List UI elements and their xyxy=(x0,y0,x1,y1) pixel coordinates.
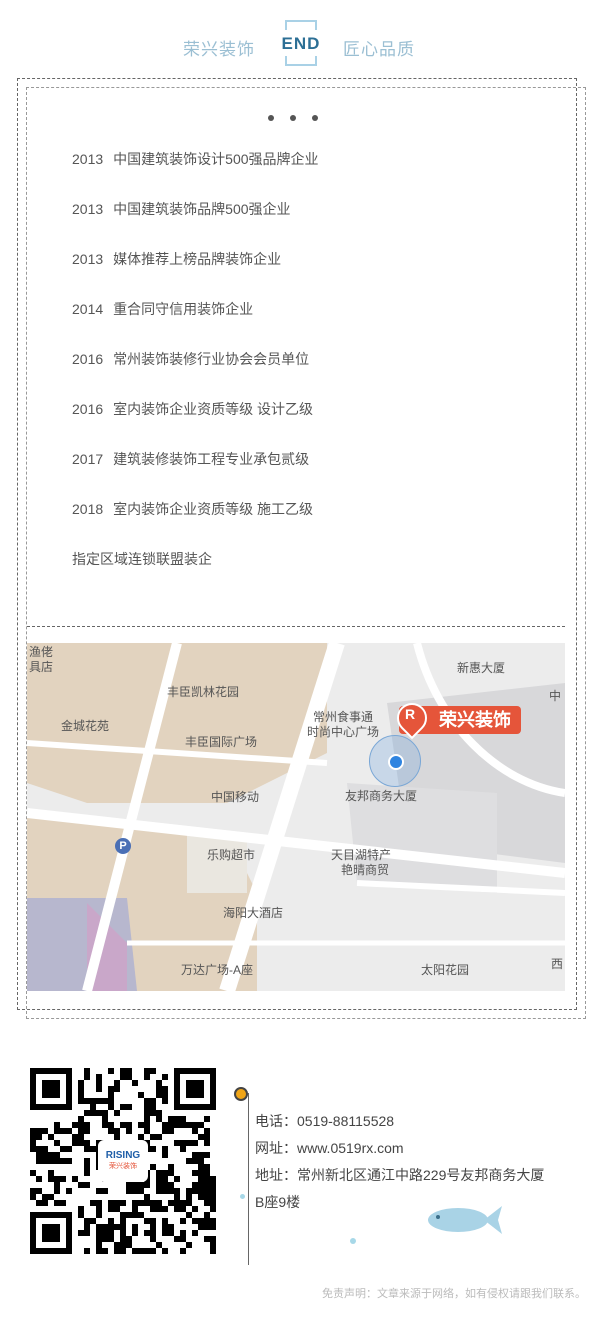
end-bracket-bottom xyxy=(285,56,317,66)
map-label: 乐购超市 xyxy=(207,848,256,862)
list-item: 2013 中国建筑装饰设计500强品牌企业 xyxy=(72,148,319,198)
list-item-text: 中国建筑装饰品牌500强企业 xyxy=(113,201,291,217)
location-map[interactable]: 渔佬 具店 新惠大厦 中 丰臣凯林花园 常州食事通 时尚中心广场 金城花苑 丰臣… xyxy=(27,643,565,991)
list-item: 2013 媒体推荐上榜品牌装饰企业 xyxy=(72,248,319,298)
list-item-year: 2016 xyxy=(72,401,104,417)
disclaimer: 免责声明：文章来源于网络，如有侵权请跟我们联系。 xyxy=(322,1288,586,1300)
contact-bullet-icon xyxy=(234,1087,248,1101)
qr-code[interactable]: RISING 荣兴装饰 xyxy=(30,1068,216,1254)
end-bracket-top xyxy=(285,20,317,30)
list-item: 2018 室内装饰企业资质等级 施工乙级 xyxy=(72,498,319,548)
contact-divider xyxy=(248,1093,249,1265)
qr-logo: RISING 荣兴装饰 xyxy=(98,1140,148,1182)
qr-logo-title: RISING xyxy=(105,1150,141,1161)
map-label: 金城花苑 xyxy=(61,719,110,733)
header: 荣兴装饰 END 匠心品质 xyxy=(0,18,602,70)
list-item: 2013 中国建筑装饰品牌500强企业 xyxy=(72,198,319,248)
list-item-year: 2017 xyxy=(72,451,104,467)
contact-address: 地址：常州新北区通江中路229号友邦商务大厦 xyxy=(255,1167,545,1183)
list-item: 指定区域连锁联盟装企 xyxy=(72,548,319,598)
parking-icon: P xyxy=(115,838,131,854)
map-label: 中国移动 xyxy=(211,790,260,804)
qr-logo-subtitle: 荣兴装饰 xyxy=(109,1163,137,1170)
list-item-year: 2013 xyxy=(72,251,104,267)
list-item-text: 指定区域连锁联盟装企 xyxy=(72,551,212,567)
section-divider xyxy=(27,626,565,627)
map-base xyxy=(27,643,565,991)
ellipsis-dots xyxy=(268,108,334,126)
list-item-year: 2013 xyxy=(72,151,104,167)
list-item-text: 重合同守信用装饰企业 xyxy=(113,301,254,317)
list-item-year: 2014 xyxy=(72,301,104,317)
list-item-text: 媒体推荐上榜品牌装饰企业 xyxy=(113,251,282,267)
map-label: 艳晴商贸 xyxy=(341,863,390,877)
decor-dot xyxy=(350,1238,356,1244)
list-item-text: 建筑装修装饰工程专业承包贰级 xyxy=(113,451,310,467)
decor-dot xyxy=(240,1194,245,1199)
header-slogan: 匠心品质 xyxy=(343,40,415,59)
map-label: 新惠大厦 xyxy=(457,661,506,675)
end-marker: END xyxy=(281,18,319,66)
list-item-year: 2013 xyxy=(72,201,104,217)
list-item-text: 室内装饰企业资质等级 施工乙级 xyxy=(113,501,314,517)
map-label: 海阳大酒店 xyxy=(223,906,284,920)
map-label: 丰臣凯林花园 xyxy=(167,685,240,699)
map-pin-letter: R xyxy=(405,706,416,722)
list-item-text: 常州装饰装修行业协会会员单位 xyxy=(113,351,310,367)
map-label: 万达广场-A座 xyxy=(181,963,254,977)
list-item-year: 2016 xyxy=(72,351,104,367)
current-location-dot xyxy=(388,754,404,770)
honors-list: 2013 中国建筑装饰设计500强品牌企业 2013 中国建筑装饰品牌500强企业 … xyxy=(72,148,319,598)
list-item-text: 室内装饰企业资质等级 设计乙级 xyxy=(113,401,314,417)
list-item-text: 中国建筑装饰设计500强品牌企业 xyxy=(113,151,319,167)
map-label: 太阳花园 xyxy=(421,963,470,977)
contact-phone: 电话：0519-88115528 xyxy=(255,1113,395,1129)
map-label: 丰臣国际广场 xyxy=(185,735,258,749)
map-label: 具店 xyxy=(29,660,54,674)
header-brand-name: 荣兴装饰 xyxy=(183,40,255,59)
map-label: 中 xyxy=(549,689,562,703)
map-label: 友邦商务大厦 xyxy=(345,789,418,803)
list-item: 2014 重合同守信用装饰企业 xyxy=(72,298,319,348)
fish-icon xyxy=(428,1206,502,1234)
map-label: 西 xyxy=(551,957,564,971)
list-item: 2016 常州装饰装修行业协会会员单位 xyxy=(72,348,319,398)
list-item-year: 2018 xyxy=(72,501,104,517)
list-item: 2017 建筑装修装饰工程专业承包贰级 xyxy=(72,448,319,498)
list-item: 2016 室内装饰企业资质等级 设计乙级 xyxy=(72,398,319,448)
end-label: END xyxy=(281,34,321,53)
map-label: 时尚中心广场 xyxy=(307,725,380,739)
contact-website[interactable]: 网址：www.0519rx.com xyxy=(255,1135,544,1162)
